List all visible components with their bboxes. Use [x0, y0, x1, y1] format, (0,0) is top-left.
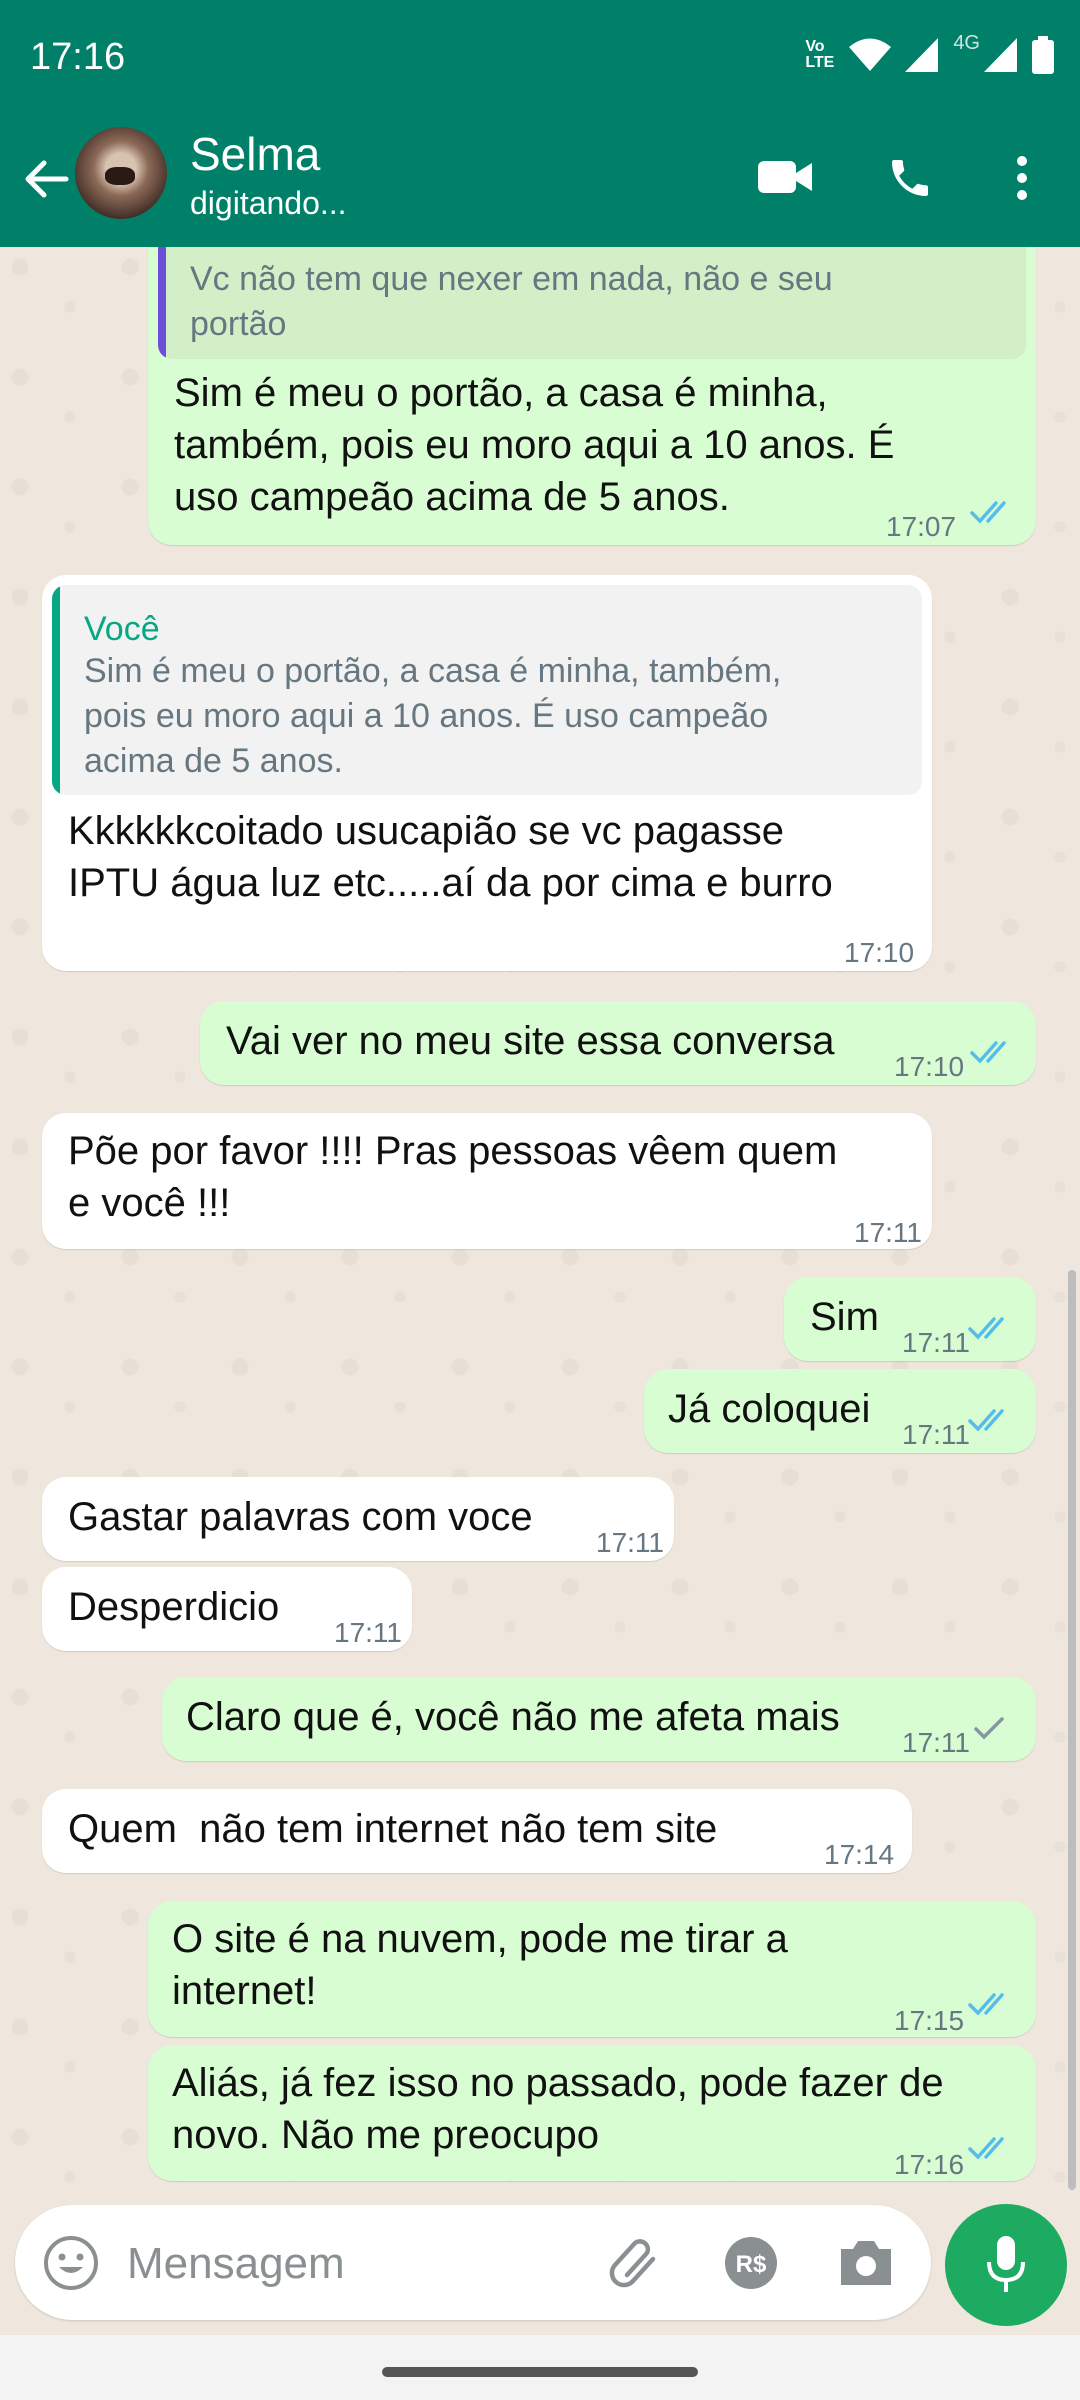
- home-gesture-handle[interactable]: [382, 2367, 698, 2377]
- emoji-icon[interactable]: [43, 2235, 99, 2291]
- chat-area[interactable]: Vc não tem que nexer em nada, não e seu …: [0, 247, 1080, 2197]
- message-time: 17:10: [894, 1051, 965, 1082]
- message-time: 17:14: [824, 1839, 895, 1870]
- microphone-icon: [987, 2236, 1025, 2292]
- message-text: Quem não tem internet não tem site: [68, 1807, 718, 1851]
- message-time: 17:11: [902, 1727, 970, 1758]
- status-bar: 17:16 Vo LTE 4G: [0, 0, 1080, 115]
- message-time: 17:10: [844, 937, 915, 968]
- message-text: Claro que é, você não me afeta mais: [186, 1695, 840, 1739]
- signal-icon: [905, 38, 939, 72]
- message-time: 17:11: [902, 1419, 970, 1450]
- message-time: 17:11: [596, 1527, 664, 1558]
- read-receipt-icon: [968, 1993, 1004, 2016]
- message-bubble-outgoing[interactable]: Vc não tem que nexer em nada, não e seu …: [148, 247, 1036, 545]
- volte-indicator: Vo LTE: [805, 38, 835, 71]
- quoted-message[interactable]: Vc não tem que nexer em nada, não e seu …: [158, 247, 1026, 359]
- message-text: Põe por favor !!!! Pras pessoas vêem que…: [68, 1129, 838, 1225]
- message-bubble-outgoing[interactable]: Já coloquei 17:11: [644, 1369, 1036, 1453]
- status-time: 17:16: [30, 36, 126, 78]
- read-receipt-icon: [968, 2137, 1004, 2160]
- message-text: Já coloquei: [668, 1387, 871, 1431]
- quoted-author: Você: [84, 610, 160, 648]
- message-bubble-incoming[interactable]: Quem não tem internet não tem site 17:14: [42, 1789, 912, 1873]
- message-bubble-outgoing[interactable]: Claro que é, você não me afeta mais 17:1…: [162, 1677, 1036, 1761]
- message-text: Gastar palavras com voce: [68, 1495, 533, 1539]
- message-text: Sim: [810, 1295, 879, 1339]
- message-composer: R$: [15, 2205, 931, 2320]
- wifi-icon: [849, 38, 892, 71]
- read-receipt-icon: [970, 501, 1006, 524]
- message-text: Vai ver no meu site essa conversa: [226, 1019, 835, 1063]
- delivered-receipt-icon: [974, 1717, 1004, 1740]
- battery-icon: [1032, 36, 1054, 74]
- payment-icon[interactable]: R$: [723, 2235, 779, 2291]
- message-time: 17:15: [894, 2005, 965, 2036]
- chat-header: Selma digitando...: [0, 115, 1080, 247]
- quoted-text: Vc não tem que nexer em nada, não e seu …: [190, 260, 833, 343]
- read-receipt-icon: [968, 1409, 1004, 1432]
- message-bubble-incoming[interactable]: Desperdicio 17:11: [42, 1567, 412, 1651]
- message-text: Kkkkkkcoitado usucapião se vc pagasse IP…: [68, 809, 833, 905]
- attach-icon[interactable]: [607, 2235, 663, 2291]
- contact-name[interactable]: Selma: [190, 127, 320, 181]
- contact-status: digitando...: [190, 185, 347, 221]
- message-time: 17:07: [886, 511, 957, 542]
- message-time: 17:11: [854, 1217, 922, 1248]
- system-navigation-bar: [0, 2335, 1080, 2400]
- quoted-text: Sim é meu o portão, a casa é minha, tamb…: [84, 652, 782, 780]
- back-arrow-icon[interactable]: [18, 151, 74, 207]
- message-bubble-incoming[interactable]: Você Sim é meu o portão, a casa é minha,…: [42, 575, 932, 971]
- message-text: Sim é meu o portão, a casa é minha, tamb…: [174, 371, 895, 519]
- message-time: 17:11: [902, 1327, 970, 1358]
- message-text: O site é na nuvem, pode me tirar a inter…: [172, 1917, 788, 2013]
- message-bubble-outgoing[interactable]: Vai ver no meu site essa conversa 17:10: [200, 1001, 1036, 1085]
- message-text: Aliás, já fez isso no passado, pode faze…: [172, 2061, 944, 2157]
- network-type: 4G: [953, 32, 980, 54]
- message-bubble-outgoing[interactable]: Aliás, já fez isso no passado, pode faze…: [148, 2045, 1036, 2181]
- message-time: 17:11: [334, 1617, 402, 1648]
- contact-avatar[interactable]: [75, 127, 167, 219]
- voice-call-icon[interactable]: [886, 153, 934, 203]
- voice-record-button[interactable]: [945, 2204, 1067, 2326]
- message-bubble-incoming[interactable]: Põe por favor !!!! Pras pessoas vêem que…: [42, 1113, 932, 1249]
- message-text: Desperdicio: [68, 1585, 280, 1629]
- message-input[interactable]: [125, 2233, 599, 2295]
- message-bubble-outgoing[interactable]: Sim 17:11: [784, 1277, 1036, 1361]
- message-bubble-incoming[interactable]: Gastar palavras com voce 17:11: [42, 1477, 674, 1561]
- camera-icon[interactable]: [837, 2237, 895, 2289]
- read-receipt-icon: [968, 1317, 1004, 1340]
- read-receipt-icon: [970, 1041, 1006, 1064]
- signal-icon-secondary: [984, 38, 1017, 72]
- svg-text:R$: R$: [736, 2251, 767, 2278]
- message-bubble-outgoing[interactable]: O site é na nuvem, pode me tirar a inter…: [148, 1901, 1036, 2037]
- more-options-icon[interactable]: [1012, 153, 1032, 203]
- quoted-message[interactable]: Você Sim é meu o portão, a casa é minha,…: [52, 585, 922, 795]
- status-icons: Vo LTE 4G: [805, 32, 1054, 78]
- video-call-icon[interactable]: [758, 153, 814, 201]
- message-time: 17:16: [894, 2149, 965, 2180]
- scrollbar[interactable]: [1068, 1270, 1076, 2190]
